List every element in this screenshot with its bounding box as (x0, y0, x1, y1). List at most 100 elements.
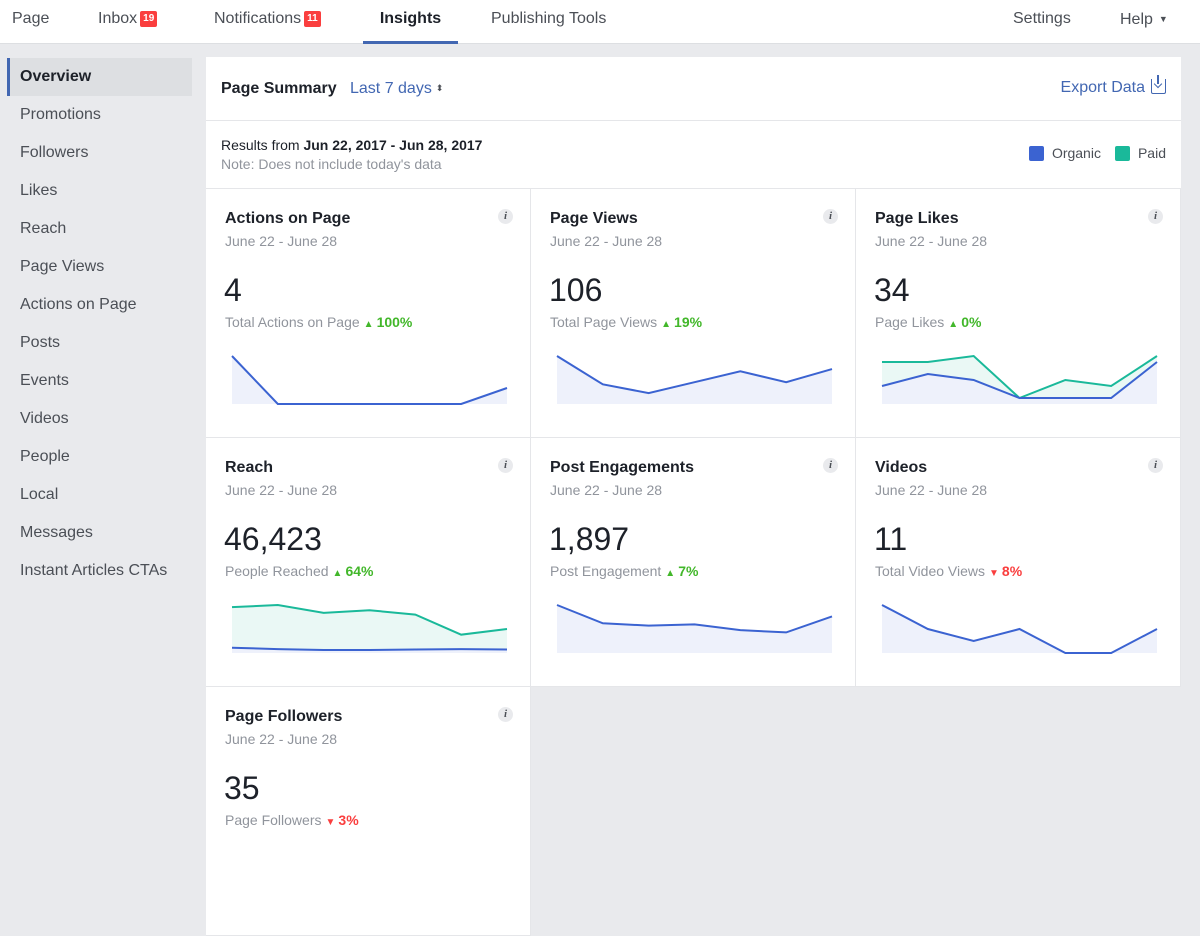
sidebar-item-local[interactable]: Local (7, 476, 192, 514)
change-indicator: ▲ 100% (364, 314, 413, 330)
top-navigation: Page Inbox 19 Notifications 11 Insights Pu… (0, 0, 1200, 44)
sidebar-item-promotions[interactable]: Promotions (7, 96, 192, 134)
chart-legend: Organic Paid (1015, 145, 1166, 161)
export-data-button[interactable]: Export Data (1060, 75, 1166, 97)
card-title: Page Followers (225, 708, 343, 725)
sidebar-item-likes[interactable]: Likes (7, 172, 192, 210)
info-icon[interactable]: i (498, 707, 513, 722)
organic-area (557, 605, 832, 653)
download-icon (1151, 75, 1166, 94)
sidebar-item-overview[interactable]: Overview (7, 58, 192, 96)
export-label: Export Data (1060, 79, 1145, 96)
info-icon[interactable]: i (823, 458, 838, 473)
change-percent: 7% (678, 563, 699, 579)
metric-card-page-followers[interactable]: Page Followers i June 22 - June 28 35 Page F… (206, 687, 531, 936)
card-date-range: June 22 - June 28 (225, 482, 338, 498)
date-range-value: Last 7 days (350, 80, 432, 97)
tab-publishing-tools[interactable]: Publishing Tools (491, 0, 606, 44)
info-icon[interactable]: i (498, 458, 513, 473)
sparkline-chart (556, 355, 833, 404)
tab-label: Publishing Tools (491, 10, 607, 27)
sidebar-item-instant-articles-ctas[interactable]: Instant Articles CTAs (7, 552, 192, 590)
card-title: Videos (875, 459, 928, 476)
info-icon[interactable]: i (1148, 209, 1163, 224)
sidebar-item-messages[interactable]: Messages (7, 514, 192, 552)
organic-area (232, 356, 507, 404)
sort-arrows-icon: ⬍ (435, 83, 444, 93)
card-date-range: June 22 - June 28 (225, 233, 338, 249)
card-value: 1,897 (549, 521, 630, 557)
results-range: Jun 22, 2017 - Jun 28, 2017 (303, 137, 483, 153)
active-tab-indicator (363, 41, 458, 44)
info-icon[interactable]: i (498, 209, 513, 224)
tab-page[interactable]: Page (12, 0, 49, 44)
sidebar-item-people[interactable]: People (7, 438, 192, 476)
paid-area (232, 605, 507, 653)
card-title: Actions on Page (225, 210, 351, 227)
card-subtitle: Total Page Views ▲ 19% (550, 314, 702, 330)
card-date-range: June 22 - June 28 (550, 233, 663, 249)
data-note: Note: Does not include today's data (221, 156, 442, 172)
sidebar-item-videos[interactable]: Videos (7, 400, 192, 438)
sidebar-item-posts[interactable]: Posts (7, 324, 192, 362)
card-title: Page Views (550, 210, 638, 227)
card-metric-label: Post Engagement (550, 563, 662, 579)
card-metric-label: Page Likes (875, 314, 945, 330)
info-icon[interactable]: i (823, 209, 838, 224)
insights-sidebar: Overview Promotions Followers Likes Reach Pag… (7, 58, 192, 590)
metric-card-page-likes[interactable]: Page Likes i June 22 - June 28 34 Page Likes… (856, 189, 1181, 438)
card-subtitle: Page Likes ▲ 0% (875, 314, 981, 330)
sidebar-item-page-views[interactable]: Page Views (7, 248, 192, 286)
card-title: Page Likes (875, 210, 959, 227)
card-subtitle: Total Video Views ▼ 8% (875, 563, 1022, 579)
info-icon[interactable]: i (1148, 458, 1163, 473)
card-value: 4 (224, 272, 242, 308)
card-subtitle: Post Engagement ▲ 7% (550, 563, 698, 579)
metric-card-page-views[interactable]: Page Views i June 22 - June 28 106 Total Pag… (531, 189, 856, 438)
card-metric-label: Total Actions on Page (225, 314, 360, 330)
date-range-select[interactable]: Last 7 days ⬍ (350, 80, 443, 98)
metric-card-post-engagements[interactable]: Post Engagements i June 22 - June 28 1,897 P… (531, 438, 856, 687)
sparkline-chart (881, 354, 1158, 404)
card-value: 11 (874, 521, 908, 557)
triangle-down-icon: ▼ (989, 568, 999, 579)
metric-card-actions-on-page[interactable]: Actions on Page i June 22 - June 28 4 Total … (206, 189, 531, 438)
change-indicator: ▲ 19% (661, 314, 702, 330)
tab-label: Notifications (214, 10, 302, 27)
card-date-range: June 22 - June 28 (875, 482, 988, 498)
triangle-up-icon: ▲ (948, 319, 959, 330)
card-date-range: June 22 - June 28 (225, 731, 338, 747)
change-percent: 64% (345, 563, 374, 579)
card-metric-label: Total Video Views (875, 563, 985, 579)
results-range-text: Results from Jun 22, 2017 - Jun 28, 2017 (221, 137, 482, 153)
card-title: Reach (225, 459, 274, 476)
card-metric-label: Total Page Views (550, 314, 658, 330)
tab-inbox[interactable]: Inbox 19 (98, 0, 158, 44)
metric-card-videos[interactable]: Videos i June 22 - June 28 11 Total Video Vi… (856, 438, 1181, 687)
change-percent: 19% (674, 314, 703, 330)
sparkline-chart (231, 603, 508, 653)
sidebar-item-reach[interactable]: Reach (7, 210, 192, 248)
sidebar-item-followers[interactable]: Followers (7, 134, 192, 172)
change-indicator: ▼ 3% (326, 812, 359, 828)
settings-link[interactable]: Settings (1013, 0, 1071, 44)
triangle-up-icon: ▲ (332, 568, 343, 579)
tab-label: Inbox (98, 10, 138, 27)
results-prefix: Results from (221, 137, 300, 153)
sparkline-chart (556, 604, 833, 653)
tab-insights[interactable]: Insights (363, 0, 458, 44)
legend-label: Organic (1051, 145, 1101, 161)
metric-card-reach[interactable]: Reach i June 22 - June 28 46,423 People Reac… (206, 438, 531, 687)
change-indicator: ▲ 0% (948, 314, 981, 330)
legend-organic: Organic (1028, 145, 1101, 161)
tab-notifications[interactable]: Notifications 11 (214, 0, 321, 44)
card-title: Post Engagements (550, 459, 695, 476)
triangle-up-icon: ▲ (665, 568, 676, 579)
sidebar-item-events[interactable]: Events (7, 362, 192, 400)
card-subtitle: Total Actions on Page ▲ 100% (225, 314, 412, 330)
results-info: Results from Jun 22, 2017 - Jun 28, 2017… (206, 121, 1181, 189)
help-menu[interactable]: Help ▼ (1120, 0, 1168, 44)
sparkline-chart (881, 604, 1158, 654)
sidebar-item-actions-on-page[interactable]: Actions on Page (7, 286, 192, 324)
settings-label: Settings (1013, 10, 1071, 27)
